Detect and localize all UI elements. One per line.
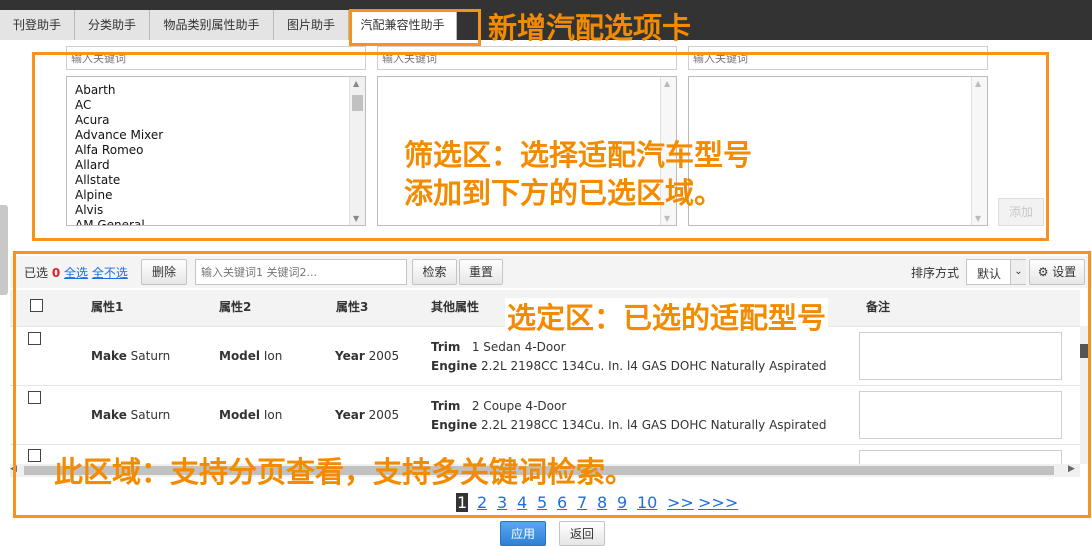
tab-highlight-box xyxy=(349,9,481,46)
tab-listing-assistant[interactable]: 刊登助手 xyxy=(0,10,75,40)
filter-annotation-line1: 筛选区：选择适配汽车型号 xyxy=(404,138,753,172)
tab-annotation: 新增汽配选项卡 xyxy=(488,11,692,45)
back-button[interactable]: 返回 xyxy=(559,521,605,546)
tab-item-specifics-assistant[interactable]: 物品类别属性助手 xyxy=(150,10,274,40)
selected-area-annotation: 选定区：已选的适配型号 xyxy=(505,298,829,338)
paging-annotation: 此区域：支持分页查看，支持多关键词检索。 xyxy=(54,455,635,489)
filter-annotation-line2: 添加到下方的已选区域。 xyxy=(404,176,724,210)
apply-button[interactable]: 应用 xyxy=(500,521,546,546)
side-collapse-handle[interactable] xyxy=(0,205,8,295)
tab-picture-assistant[interactable]: 图片助手 xyxy=(274,10,349,40)
tab-category-assistant[interactable]: 分类助手 xyxy=(75,10,150,40)
